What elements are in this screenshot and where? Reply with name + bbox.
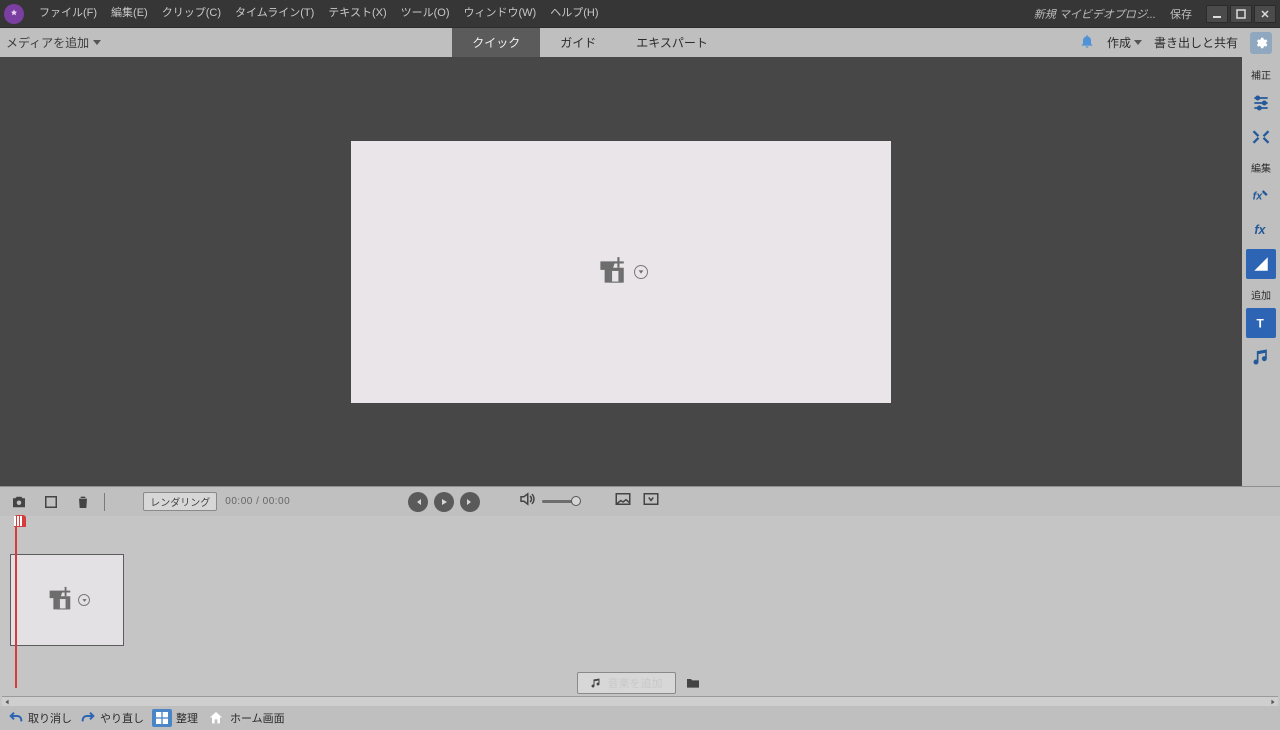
add-media-icon [44,585,74,615]
create-label: 作成 [1107,34,1131,51]
marker-button[interactable] [40,491,62,513]
timeline-scrollbar[interactable] [2,696,1278,706]
caret-down-icon [93,40,101,45]
home-button[interactable]: ホーム画面 [206,709,285,727]
menu-timeline[interactable]: タイムライン(T) [228,0,321,27]
play-button[interactable] [434,492,454,512]
menu-window[interactable]: ウィンドウ(W) [457,0,544,27]
scroll-right-icon[interactable] [1268,697,1278,707]
mode-tab-bar: メディアを追加 クイック ガイド エキスパート 作成 書き出しと共有 [0,27,1280,57]
caret-down-icon [1134,40,1142,45]
organize-button[interactable]: 整理 [152,709,198,727]
menu-tool[interactable]: ツール(O) [394,0,457,27]
fullscreen-button[interactable] [614,490,632,513]
svg-text:fx: fx [1254,223,1266,237]
add-media-icon [594,255,628,289]
svg-text:T: T [1257,317,1265,331]
redo-button[interactable]: やり直し [80,710,144,726]
home-icon [206,709,226,727]
add-media-dropdown[interactable]: メディアを追加 [6,34,101,51]
snapshot-button[interactable] [8,491,30,513]
workspace: 補正 編集 fx fx 追加 T [0,57,1280,486]
notification-bell-icon[interactable] [1079,33,1095,52]
add-music-label: 音楽を追加 [608,675,663,691]
undo-label: 取り消し [28,710,72,726]
save-button[interactable]: 保存 [1170,6,1204,22]
home-label: ホーム画面 [230,710,285,726]
menu-help[interactable]: ヘルプ(H) [543,0,605,27]
menu-edit[interactable]: 編集(E) [104,0,155,27]
titles-button[interactable]: T [1246,308,1276,338]
drop-caret-icon[interactable] [78,594,90,606]
media-drop-target[interactable] [594,255,648,289]
playhead-line [15,527,17,688]
create-dropdown[interactable]: 作成 [1107,34,1142,51]
menu-bar: ファイル(F) 編集(E) クリップ(C) タイムライン(T) テキスト(X) … [0,0,1280,27]
rail-label-correct: 補正 [1251,67,1271,82]
rail-label-add: 追加 [1251,287,1271,302]
add-media-label: メディアを追加 [6,34,89,51]
settings-gear-button[interactable] [1250,32,1272,54]
export-share-button[interactable]: 書き出しと共有 [1154,34,1238,51]
timeline[interactable]: 音楽を追加 [0,516,1280,706]
window-minimize-button[interactable] [1206,5,1228,23]
tab-quick[interactable]: クイック [452,28,540,57]
adjustments-button[interactable] [1246,88,1276,118]
safe-margins-button[interactable] [642,490,660,513]
rail-label-edit: 編集 [1251,160,1271,175]
organize-icon [152,709,172,727]
render-button[interactable]: レンダリング [143,492,217,511]
playhead[interactable] [14,515,26,527]
redo-label: やり直し [100,710,144,726]
preview-area [0,57,1242,486]
app-logo-icon [4,4,24,24]
timecode: 00:00 / 00:00 [225,496,290,507]
music-note-icon [590,677,602,689]
preview-canvas[interactable] [351,141,891,403]
undo-button[interactable]: 取り消し [8,710,72,726]
browse-music-button[interactable] [682,672,704,694]
menu-file[interactable]: ファイル(F) [32,0,104,27]
menu-clip[interactable]: クリップ(C) [155,0,228,27]
tab-expert[interactable]: エキスパート [616,28,728,57]
bottom-bar: 取り消し やり直し 整理 ホーム画面 [0,706,1280,730]
svg-text:fx: fx [1253,190,1264,202]
scroll-left-icon[interactable] [2,697,12,707]
window-maximize-button[interactable] [1230,5,1252,23]
tool-rail: 補正 編集 fx fx 追加 T [1242,57,1280,486]
clip-slot[interactable] [10,554,124,646]
music-button[interactable] [1246,342,1276,372]
step-forward-button[interactable] [460,492,480,512]
fx-button[interactable]: fx [1246,215,1276,245]
transition-button[interactable] [1246,249,1276,279]
organize-label: 整理 [176,710,198,726]
add-music-button[interactable]: 音楽を追加 [577,672,676,694]
window-close-button[interactable] [1254,5,1276,23]
tab-guide[interactable]: ガイド [540,28,616,57]
delete-button[interactable] [72,491,94,513]
drop-caret-icon[interactable] [634,265,648,279]
step-back-button[interactable] [408,492,428,512]
volume-icon[interactable] [518,490,536,513]
menu-text[interactable]: テキスト(X) [321,0,393,27]
transport-bar: レンダリング 00:00 / 00:00 [0,486,1280,516]
fx-wand-button[interactable]: fx [1246,181,1276,211]
project-title: 新規 マイビデオプロジ... [1034,6,1170,22]
volume-slider[interactable] [542,500,576,503]
tools-button[interactable] [1246,122,1276,152]
